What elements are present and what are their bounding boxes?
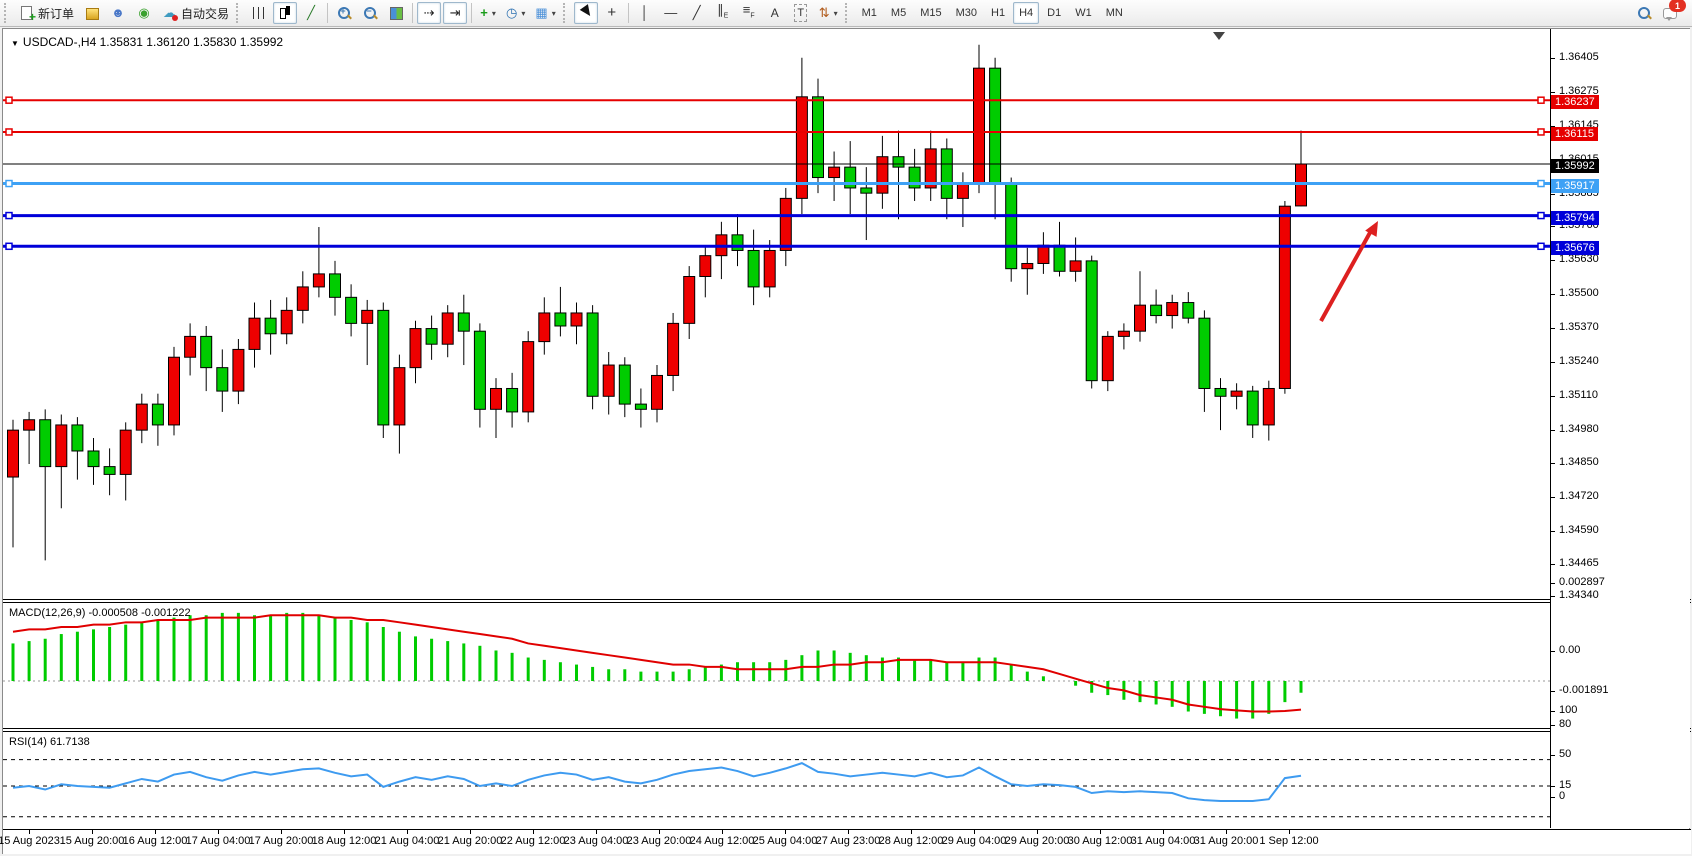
- signals-button[interactable]: ◉: [132, 2, 156, 24]
- candlestick-button[interactable]: [273, 2, 297, 24]
- time-label: 29 Aug 04:00: [942, 835, 1007, 847]
- time-axis[interactable]: 15 Aug 202315 Aug 20:0016 Aug 12:0017 Au…: [3, 829, 1691, 854]
- timeframe-W1-button[interactable]: W1: [1069, 2, 1098, 24]
- time-label: 15 Aug 20:00: [60, 835, 125, 847]
- macd-pane[interactable]: [3, 603, 1550, 728]
- text-button[interactable]: A: [763, 2, 787, 24]
- time-label: 30 Aug 12:00: [1068, 835, 1133, 847]
- time-label: 21 Aug 04:00: [375, 835, 440, 847]
- price-line-badge: 1.35917: [1551, 179, 1599, 193]
- templates-button[interactable]: ▦▾: [531, 2, 559, 24]
- indicators-button[interactable]: +▾: [476, 2, 500, 24]
- community-button[interactable]: ☻: [106, 2, 130, 24]
- timeframe-H4-button[interactable]: H4: [1013, 2, 1039, 24]
- main-toolbar: +新订单☻◉☁自动交易╱+−⇢⇥+▾◷▾▦▾+│—╱∥E≡FAT⇅▾M1M5M1…: [0, 0, 1692, 27]
- main-price-pane[interactable]: [3, 29, 1550, 599]
- time-label: 17 Aug 20:00: [249, 835, 314, 847]
- autotrading-button[interactable]: ☁自动交易: [158, 2, 233, 24]
- line-chart-button[interactable]: ╱: [299, 2, 323, 24]
- time-label: 22 Aug 12:00: [501, 835, 566, 847]
- timeframe-M30-button[interactable]: M30: [950, 2, 983, 24]
- chart-menu-icon[interactable]: ▼: [11, 39, 19, 48]
- time-label: 23 Aug 04:00: [564, 835, 629, 847]
- crosshair-button[interactable]: +: [600, 2, 624, 24]
- zoom-in-button[interactable]: +: [332, 2, 356, 24]
- chart-window[interactable]: ▼ USDCAD-,H4 1.35831 1.36120 1.35830 1.35…: [2, 28, 1690, 854]
- chart-cube-button[interactable]: [80, 2, 104, 24]
- time-label: 31 Aug 20:00: [1194, 835, 1259, 847]
- time-label: 23 Aug 20:00: [627, 835, 692, 847]
- timeframe-M5-button[interactable]: M5: [885, 2, 912, 24]
- timeframe-MN-button[interactable]: MN: [1100, 2, 1129, 24]
- macd-label: MACD(12,26,9) -0.000508 -0.001222: [9, 607, 191, 619]
- rsi-pane[interactable]: [3, 732, 1550, 829]
- price-line-badge: 1.35676: [1551, 241, 1599, 255]
- fibonacci-button[interactable]: ≡F: [737, 2, 761, 24]
- timeframe-H1-button[interactable]: H1: [985, 2, 1011, 24]
- chart-title-text: USDCAD-,H4 1.35831 1.36120 1.35830 1.359…: [23, 35, 283, 49]
- time-label: 1 Sep 12:00: [1259, 835, 1318, 847]
- arrows-button[interactable]: ⇅▾: [815, 2, 842, 24]
- time-label: 17 Aug 04:00: [186, 835, 251, 847]
- price-line-badge: 1.36237: [1551, 95, 1599, 109]
- rsi-label: RSI(14) 61.7138: [9, 736, 90, 748]
- current-price-badge: 1.35992: [1551, 159, 1599, 173]
- time-label: 15 Aug 2023: [0, 835, 60, 847]
- timeframe-M1-button[interactable]: M1: [856, 2, 883, 24]
- time-label: 18 Aug 12:00: [312, 835, 377, 847]
- time-label: 25 Aug 04:00: [753, 835, 818, 847]
- periods-button[interactable]: ◷▾: [502, 2, 529, 24]
- trendline-button[interactable]: ╱: [685, 2, 709, 24]
- chart-title: ▼ USDCAD-,H4 1.35831 1.36120 1.35830 1.35…: [11, 35, 283, 49]
- timeframe-D1-button[interactable]: D1: [1041, 2, 1067, 24]
- price-line-badge: 1.35794: [1551, 211, 1599, 225]
- text-label-button[interactable]: T: [789, 2, 813, 24]
- chart-shift-button[interactable]: ⇥: [443, 2, 467, 24]
- notification-badge: 1: [1669, 0, 1686, 12]
- cursor-button[interactable]: [574, 2, 598, 24]
- vertical-line-button[interactable]: │: [633, 2, 657, 24]
- timeframe-M15-button[interactable]: M15: [914, 2, 947, 24]
- auto-scroll-button[interactable]: ⇢: [417, 2, 441, 24]
- channel-button[interactable]: ∥E: [711, 2, 735, 24]
- time-label: 28 Aug 12:00: [879, 835, 944, 847]
- bar-chart-button[interactable]: [247, 2, 271, 24]
- new-order-button[interactable]: +新订单: [15, 2, 78, 24]
- chat-button[interactable]: 1: [1658, 2, 1682, 24]
- time-label: 27 Aug 23:00: [816, 835, 881, 847]
- mt4-window: +新订单☻◉☁自动交易╱+−⇢⇥+▾◷▾▦▾+│—╱∥E≡FAT⇅▾M1M5M1…: [0, 0, 1692, 856]
- search-button[interactable]: [1632, 2, 1656, 24]
- zoom-out-button[interactable]: −: [358, 2, 382, 24]
- tile-windows-button[interactable]: [384, 2, 408, 24]
- price-axis[interactable]: 1.364051.362751.361451.360151.358851.357…: [1550, 29, 1690, 828]
- horizontal-line-button[interactable]: —: [659, 2, 683, 24]
- time-label: 21 Aug 20:00: [438, 835, 503, 847]
- time-label: 31 Aug 04:00: [1131, 835, 1196, 847]
- price-line-badge: 1.36115: [1551, 127, 1598, 141]
- time-label: 24 Aug 12:00: [690, 835, 755, 847]
- time-label: 29 Aug 20:00: [1005, 835, 1070, 847]
- time-label: 16 Aug 12:00: [123, 835, 188, 847]
